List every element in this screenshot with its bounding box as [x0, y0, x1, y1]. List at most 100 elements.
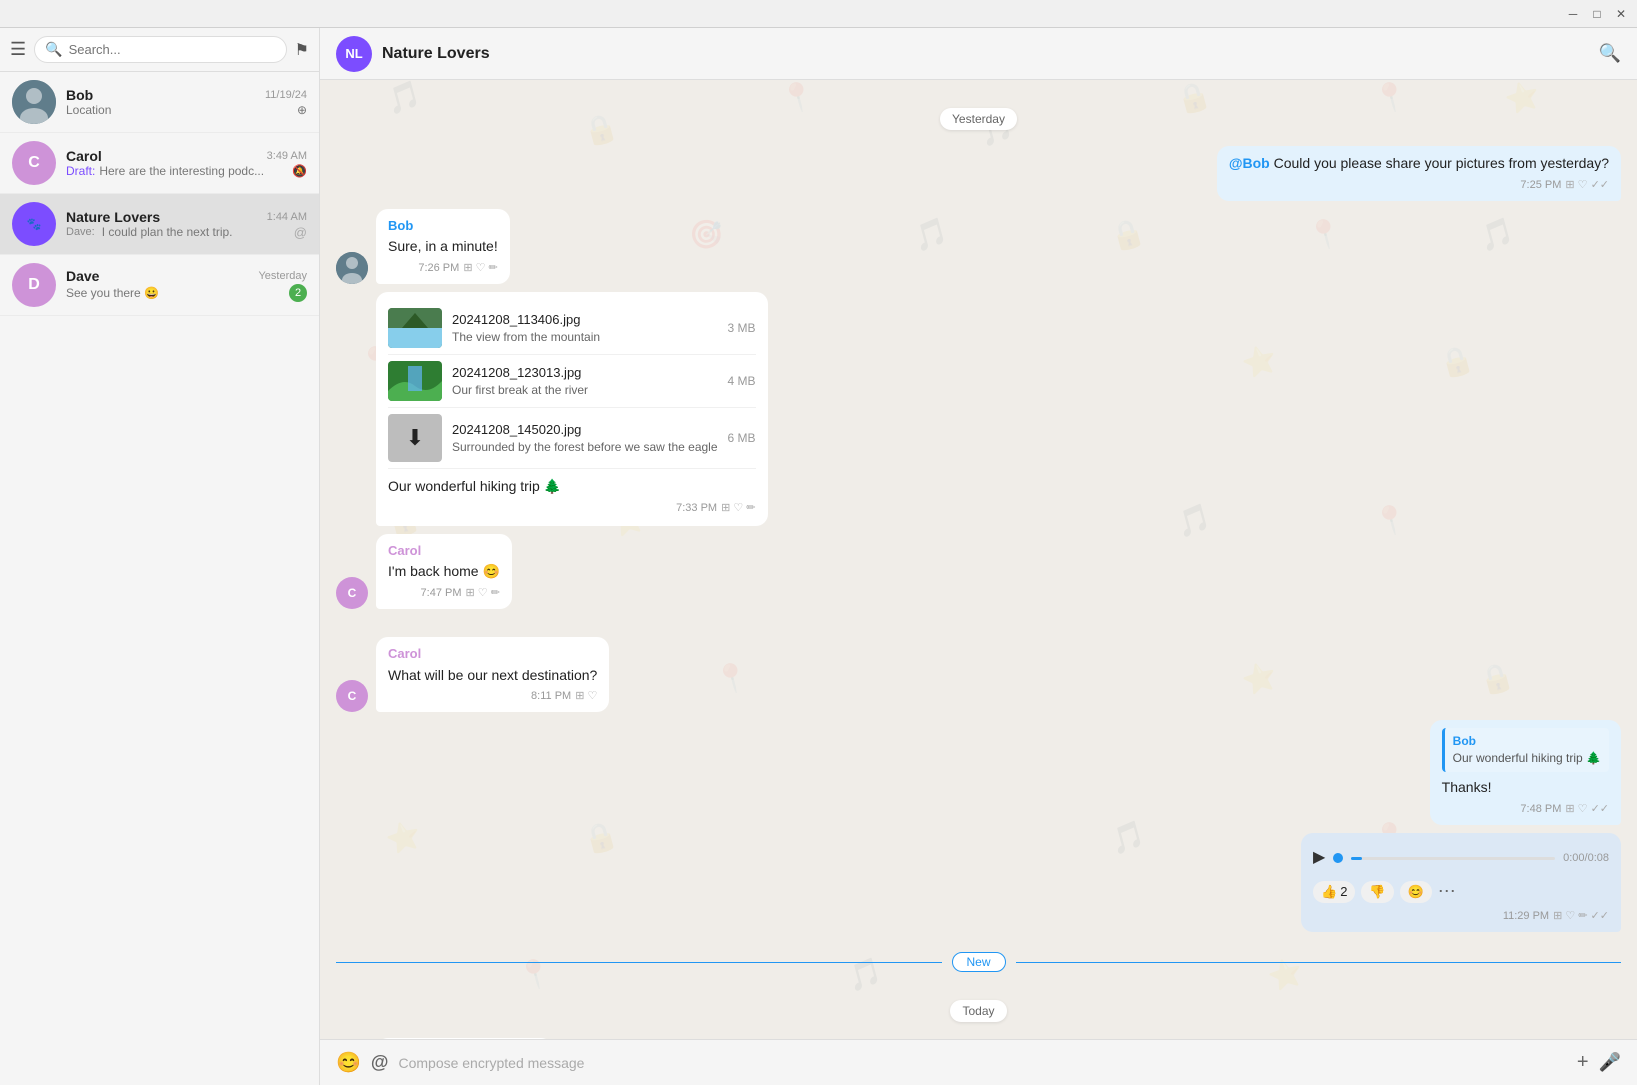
bubble-bob-reply: Bob Sure, in a minute! 7:26 PM ⊞ ♡ ✏ [376, 209, 510, 284]
message-row-mention: @Bob @Bob Could you please share your pi… [336, 146, 1621, 201]
chat-list: Bob 11/19/24 Location ⊕ C Carol [0, 72, 319, 1085]
message-row-carol-2: C Carol What will be our next destinatio… [336, 637, 1621, 712]
search-icon: 🔍 [45, 41, 62, 58]
chat-preview-dave: See you there 😀 2 [66, 284, 307, 302]
avatar-carol: C [12, 141, 56, 185]
bob-reply-footer: 7:26 PM ⊞ ♡ ✏ [388, 261, 498, 276]
maximize-button[interactable]: □ [1589, 6, 1605, 22]
menu-icon[interactable]: ☰ [10, 39, 26, 60]
avatar-bob [12, 80, 56, 124]
chat-time-carol: 3:49 AM [267, 150, 307, 162]
mention-footer: 7:25 PM ⊞ ♡ ✓✓ [1229, 178, 1609, 193]
chat-item-carol[interactable]: C Carol 3:49 AM Draft: Here are the inte… [0, 133, 319, 194]
file-item-3[interactable]: ⬇ 20241208_145020.jpg Surrounded by the … [388, 408, 756, 469]
message-row-voice: ▶ 0:00/0:08 👍 2 👎 [336, 833, 1621, 932]
filter-icon[interactable]: ⚑ [295, 40, 309, 60]
message-row-carol-1: C Carol I'm back home 😊 7:47 PM ⊞ ♡ ✏ [336, 534, 1621, 609]
chat-name-carol: Carol [66, 148, 102, 164]
title-bar: ─ □ ✕ [0, 0, 1637, 28]
search-input[interactable] [69, 42, 276, 57]
voice-player[interactable]: ▶ 0:00/0:08 [1313, 841, 1609, 875]
message-row-thanks: Bob Our wonderful hiking trip 🌲 Thanks! … [336, 720, 1621, 825]
msg-avatar-carol-1: C [336, 577, 368, 609]
bob-sender-label: Bob [388, 217, 498, 235]
file-item-2[interactable]: 20241208_123013.jpg Our first break at t… [388, 355, 756, 408]
sidebar-header: ☰ 🔍 ⚑ [0, 28, 319, 72]
date-pill-today: Today [950, 1000, 1006, 1022]
voice-bar-fill [1351, 857, 1361, 860]
bubble-thanks: Bob Our wonderful hiking trip 🌲 Thanks! … [1430, 720, 1621, 825]
chat-name-dave: Dave [66, 268, 99, 284]
reply-quote: Bob Our wonderful hiking trip 🌲 [1442, 728, 1609, 772]
avatar-nature-lovers: 🐾 [12, 202, 56, 246]
search-chat-icon[interactable]: 🔍 [1599, 43, 1621, 64]
pin-icon: ⊕ [297, 103, 307, 117]
voice-progress-bar[interactable] [1351, 857, 1555, 860]
at-icon-nl: @ [294, 225, 307, 240]
chat-time-bob: 11/19/24 [265, 89, 307, 101]
badge-dave: 2 [289, 284, 307, 302]
reaction-thumbsdown[interactable]: 👎 [1361, 881, 1393, 903]
date-divider-yesterday: Yesterday [336, 108, 1621, 130]
microphone-button[interactable]: 🎤 [1599, 1052, 1621, 1073]
at-button[interactable]: @ [371, 1052, 389, 1073]
compose-bar: 😊 @ + 🎤 [320, 1039, 1637, 1085]
bob-reply-text: Sure, in a minute! [388, 237, 498, 257]
group-avatar: NL [336, 36, 372, 72]
hiking-caption: Our wonderful hiking trip 🌲 [388, 477, 756, 497]
file-item-1[interactable]: 20241208_113406.jpg The view from the mo… [388, 302, 756, 355]
chat-header-left: NL Nature Lovers [336, 36, 490, 72]
carol-sender-1: Carol [388, 542, 500, 560]
msg-avatar-carol-2: C [336, 680, 368, 712]
reaction-more-button[interactable]: ⋯ [1438, 879, 1456, 904]
chat-info-carol: Carol 3:49 AM Draft: Here are the intere… [66, 148, 307, 178]
add-attachment-button[interactable]: + [1577, 1051, 1589, 1074]
messages-container[interactable]: Yesterday @Bob @Bob Could you please sha… [320, 80, 1637, 1039]
carol-1-footer: 7:47 PM ⊞ ♡ ✏ [388, 586, 500, 601]
download-thumb: ⬇ [388, 414, 442, 462]
compose-input[interactable] [398, 1055, 1566, 1071]
emoji-button[interactable]: 😊 [336, 1050, 361, 1075]
app-container: ☰ 🔍 ⚑ Bob 11/ [0, 28, 1637, 1085]
main-chat: 🎵 🔒 📍 🎵 🔒 📍 ⭐ ⭐ 🎯 🎵 🔒 📍 🎵 📍 🎵 ⭐ 🔒 🔒 ⭐ 🎵 … [320, 28, 1637, 1085]
play-button[interactable]: ▶ [1313, 847, 1325, 869]
chat-info-bob: Bob 11/19/24 Location ⊕ [66, 87, 307, 117]
voice-dot [1333, 853, 1343, 863]
message-row-bob-files: 20241208_113406.jpg The view from the mo… [336, 292, 1621, 526]
chat-preview-carol: Draft: Here are the interesting podc... … [66, 164, 307, 178]
file-thumb-2 [388, 361, 442, 401]
bubble-voice: ▶ 0:00/0:08 👍 2 👎 [1301, 833, 1621, 932]
group-initials: NL [345, 46, 362, 61]
bubble-carol-1: Carol I'm back home 😊 7:47 PM ⊞ ♡ ✏ [376, 534, 512, 609]
chat-item-dave[interactable]: D Dave Yesterday See you there 😀 2 [0, 255, 319, 316]
avatar-dave: D [12, 263, 56, 307]
status-icons: ⊞ ♡ ✓✓ [1565, 178, 1609, 193]
chat-name-bob: Bob [66, 87, 93, 103]
bubble-carol-2: Carol What will be our next destination?… [376, 637, 609, 712]
date-divider-today: Today [336, 1000, 1621, 1022]
voice-footer: 11:29 PM ⊞ ♡ ✏ ✓✓ [1313, 909, 1609, 924]
chat-info-nature-lovers: Nature Lovers 1:44 AM Dave: I could plan… [66, 209, 307, 240]
minimize-button[interactable]: ─ [1565, 6, 1581, 22]
chat-preview-nature-lovers: Dave: I could plan the next trip. @ [66, 225, 307, 240]
close-button[interactable]: ✕ [1613, 6, 1629, 22]
bubble-mention: @Bob @Bob Could you please share your pi… [1217, 146, 1621, 201]
new-message-divider: New [336, 952, 1621, 972]
reaction-thumbsup[interactable]: 👍 2 [1313, 881, 1355, 903]
thanks-footer: 7:48 PM ⊞ ♡ ✓✓ [1442, 802, 1609, 817]
reactions: 👍 2 👎 😊 ⋯ [1313, 879, 1609, 904]
msg-avatar-bob [336, 252, 368, 284]
new-pill: New [952, 952, 1006, 972]
chat-preview-bob: Location ⊕ [66, 103, 307, 117]
mute-icon-carol: 🔕 [292, 164, 307, 178]
file-thumb-1 [388, 308, 442, 348]
hiking-footer: 7:33 PM ⊞ ♡ ✏ [388, 501, 756, 516]
sidebar: ☰ 🔍 ⚑ Bob 11/ [0, 28, 320, 1085]
voice-duration: 0:00/0:08 [1563, 851, 1609, 866]
chat-item-nature-lovers[interactable]: 🐾 Nature Lovers 1:44 AM Dave: I could pl… [0, 194, 319, 255]
date-pill-yesterday: Yesterday [940, 108, 1017, 130]
chat-info-dave: Dave Yesterday See you there 😀 2 [66, 268, 307, 302]
chat-item-bob[interactable]: Bob 11/19/24 Location ⊕ [0, 72, 319, 133]
reaction-smile[interactable]: 😊 [1400, 881, 1432, 903]
carol-msg-1-text: I'm back home 😊 [388, 562, 500, 582]
